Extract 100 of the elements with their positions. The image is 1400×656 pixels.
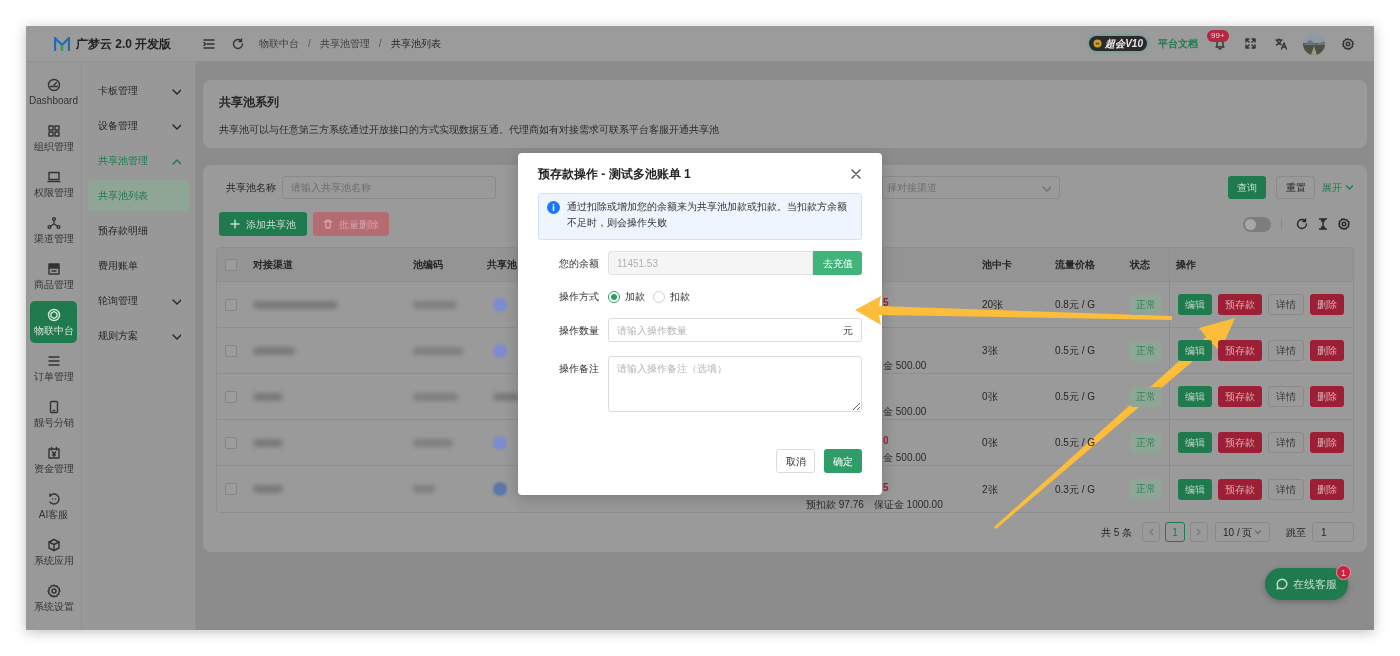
submenu-item[interactable]: 预存款明细 bbox=[88, 215, 189, 246]
nav-item[interactable]: AI客服 bbox=[26, 483, 81, 529]
nav-item[interactable]: 物联中台 bbox=[30, 301, 77, 343]
nav-item[interactable]: 系统设置 bbox=[26, 575, 81, 621]
deposit-button[interactable]: 预存款 bbox=[1218, 432, 1262, 453]
radio-option[interactable]: 加款 bbox=[608, 289, 645, 304]
deposit-button[interactable]: 预存款 bbox=[1218, 478, 1262, 500]
nav-label: 资金管理 bbox=[33, 463, 74, 474]
nav-label: AI客服 bbox=[38, 509, 69, 520]
close-icon[interactable] bbox=[851, 169, 861, 179]
total-count: 共 5 条 bbox=[1100, 525, 1132, 540]
recharge-button[interactable]: 去充值 bbox=[813, 251, 862, 275]
vip-badge[interactable]: 超会V10 bbox=[1089, 36, 1147, 51]
remark-field[interactable]: 请输入操作备注（选填） bbox=[608, 356, 862, 412]
edit-button[interactable]: 编辑 bbox=[1178, 478, 1212, 500]
nav-item[interactable]: 商品管理 bbox=[26, 253, 81, 299]
delete-button[interactable]: 删除 bbox=[1310, 478, 1344, 500]
blurred-text bbox=[253, 392, 283, 401]
blurred-text bbox=[253, 346, 295, 355]
nav-item[interactable]: 靓号分销 bbox=[26, 391, 81, 437]
nav-item[interactable]: 组织管理 bbox=[26, 115, 81, 161]
nav-item[interactable]: 资金管理 bbox=[26, 437, 81, 483]
nav-icon bbox=[46, 262, 61, 276]
refresh-icon[interactable] bbox=[1296, 218, 1308, 230]
nav-icon bbox=[46, 216, 61, 230]
reset-button[interactable]: 重置 bbox=[1276, 176, 1315, 199]
radio-option[interactable]: 扣款 bbox=[653, 289, 690, 304]
nav-label: 权限管理 bbox=[33, 187, 74, 198]
nav-label: 系统应用 bbox=[33, 555, 74, 566]
nav-icon bbox=[46, 78, 61, 92]
chevron-right-icon bbox=[1195, 528, 1203, 536]
column-header: 池中卡 bbox=[982, 258, 1012, 272]
page-size-select[interactable]: 10 / 页 bbox=[1215, 522, 1270, 542]
blurred-text bbox=[413, 346, 463, 355]
deposit-button[interactable]: 预存款 bbox=[1218, 340, 1262, 361]
chat-label: 在线客服 bbox=[1293, 576, 1337, 592]
edit-button[interactable]: 编辑 bbox=[1178, 432, 1212, 453]
submenu-group[interactable]: 设备管理 bbox=[82, 108, 195, 143]
add-button[interactable]: 添加共享池 bbox=[219, 212, 307, 236]
detail-button[interactable]: 详情 bbox=[1268, 478, 1304, 500]
breadcrumb-link[interactable]: 物联中台 bbox=[259, 36, 299, 51]
toggle-switch[interactable] bbox=[1243, 216, 1271, 232]
page-description: 共享池可以与任意第三方系统通过开放接口的方式实现数据互通。代理商如有对接需求可联系平台客服开通共享池 bbox=[219, 124, 720, 136]
amount-field[interactable]: 请输入操作数量 元 bbox=[608, 318, 862, 342]
radio-label: 加款 bbox=[625, 290, 645, 304]
settings-icon[interactable] bbox=[1338, 218, 1350, 230]
blurred-text bbox=[253, 485, 283, 493]
submenu-item[interactable]: 费用账单 bbox=[88, 250, 189, 281]
translate-icon[interactable] bbox=[1275, 37, 1287, 50]
amount-value: 5 bbox=[883, 297, 889, 309]
delete-button[interactable]: 删除 bbox=[1310, 294, 1344, 315]
delete-button[interactable]: 删除 bbox=[1310, 340, 1344, 361]
deposit-button[interactable]: 预存款 bbox=[1218, 294, 1262, 315]
nav-item[interactable]: Dashboard bbox=[26, 69, 81, 115]
status-tag: 正常 bbox=[1130, 294, 1162, 315]
submenu-group[interactable]: 卡板管理 bbox=[82, 73, 195, 108]
nav-item[interactable]: 系统应用 bbox=[26, 529, 81, 575]
detail-button[interactable]: 详情 bbox=[1268, 386, 1304, 407]
nav-item[interactable]: 订单管理 bbox=[26, 345, 81, 391]
blurred-text bbox=[413, 392, 458, 401]
confirm-button[interactable]: 确定 bbox=[824, 449, 862, 473]
nav-item[interactable]: 渠道管理 bbox=[26, 207, 81, 253]
margin-note: 金 500.00 bbox=[883, 406, 927, 418]
breadcrumb-link[interactable]: 共享池管理 bbox=[319, 36, 370, 51]
edit-button[interactable]: 编辑 bbox=[1178, 386, 1212, 407]
plus-icon bbox=[230, 219, 240, 229]
jump-field[interactable]: 1 bbox=[1312, 522, 1354, 542]
refresh-icon[interactable] bbox=[232, 37, 244, 50]
cancel-button[interactable]: 取消 bbox=[776, 449, 815, 473]
detail-button[interactable]: 详情 bbox=[1268, 294, 1304, 315]
breadcrumb-separator: / bbox=[378, 37, 382, 51]
avatar-icon[interactable] bbox=[1303, 32, 1325, 55]
deposit-button[interactable]: 预存款 bbox=[1218, 386, 1262, 407]
nav-icon bbox=[46, 446, 61, 460]
delete-button[interactable]: 删除 bbox=[1310, 432, 1344, 453]
edit-button[interactable]: 编辑 bbox=[1178, 340, 1212, 361]
detail-button[interactable]: 详情 bbox=[1268, 340, 1304, 361]
status-tag: 正常 bbox=[1130, 386, 1162, 407]
table-cell-text: 0张 bbox=[982, 436, 998, 450]
submenu-label: 设备管理 bbox=[98, 119, 138, 133]
fullscreen-icon[interactable] bbox=[1245, 38, 1256, 49]
table-cell-text: 3张 bbox=[982, 344, 998, 358]
column-height-icon[interactable] bbox=[1318, 218, 1328, 230]
settings-icon[interactable] bbox=[1342, 37, 1354, 50]
submenu-group[interactable]: 规则方案 bbox=[82, 318, 195, 353]
search-button[interactable]: 查询 bbox=[1228, 176, 1266, 199]
detail-button[interactable]: 详情 bbox=[1268, 432, 1304, 453]
field-placeholder: 请输入操作数量 bbox=[617, 323, 687, 338]
nav-icon bbox=[46, 170, 61, 184]
menu-icon[interactable] bbox=[203, 37, 215, 50]
status-tag: 正常 bbox=[1130, 340, 1162, 361]
nav-icon bbox=[46, 492, 61, 506]
table-cell-text: 2张 bbox=[982, 482, 998, 497]
edit-button[interactable]: 编辑 bbox=[1178, 294, 1212, 315]
nav-icon bbox=[46, 538, 61, 552]
submenu-group[interactable]: 轮询管理 bbox=[82, 283, 195, 318]
delete-button[interactable]: 删除 bbox=[1310, 386, 1344, 407]
chevron-down-icon bbox=[1254, 528, 1262, 536]
nav-item[interactable]: 权限管理 bbox=[26, 161, 81, 207]
expand-label: 展开 bbox=[1322, 181, 1342, 195]
